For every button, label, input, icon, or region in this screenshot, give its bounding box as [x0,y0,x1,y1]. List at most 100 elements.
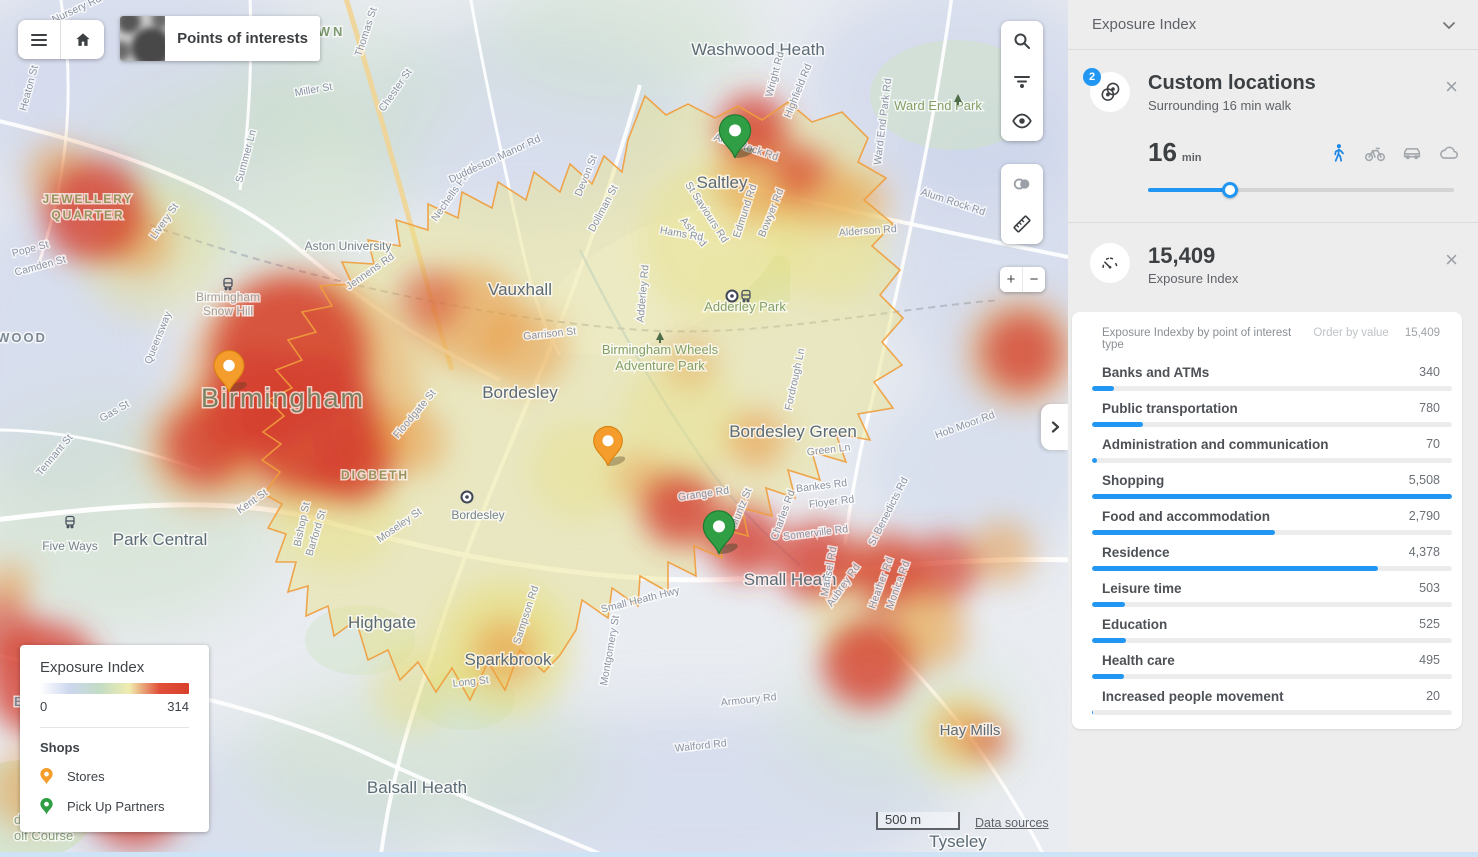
poi-row-label: Residence [1102,545,1170,560]
legend-min: 0 [40,699,47,714]
svg-text:Highgate: Highgate [348,613,416,632]
home-button[interactable] [61,20,104,59]
poi-row[interactable]: Health care 495 [1072,643,1462,679]
layer-chip[interactable]: Points of interests [120,16,320,61]
panel-title: Exposure Index [1092,16,1196,33]
minutes-value: 16 [1148,137,1177,168]
map-tools-group-2 [1001,164,1043,244]
legend-item-stores: Stores [40,768,189,785]
svg-text:Birmingham: Birmingham [196,290,260,304]
svg-text:Ward End Park: Ward End Park [894,98,982,113]
svg-text:Washwood Heath: Washwood Heath [691,40,825,59]
breakdown-title: Exposure Indexby by point of interest ty… [1102,327,1313,351]
svg-text:Birmingham Wheels: Birmingham Wheels [602,342,719,357]
svg-text:Birmingham: Birmingham [201,383,365,413]
poi-row[interactable]: Banks and ATMs 340 [1072,355,1462,391]
collapse-panel-button[interactable] [1440,16,1458,34]
svg-text:JEWELLERY: JEWELLERY [43,192,134,206]
poi-row[interactable]: Food and accommodation 2,790 [1072,499,1462,535]
custom-locations-icon [1102,83,1118,100]
measure-button[interactable] [1001,204,1043,244]
svg-text:Adventure Park: Adventure Park [615,358,705,373]
svg-text:Hay Mills: Hay Mills [940,722,1001,739]
poi-row[interactable]: Increased people movement 20 [1072,679,1462,715]
custom-locations-title: Custom locations [1148,72,1456,95]
gauge-icon [1103,258,1117,268]
poi-row-value: 4,378 [1409,545,1440,560]
chevron-down-icon [1444,23,1454,28]
svg-text:Tyseley: Tyseley [929,832,987,851]
legend-max: 314 [167,699,189,714]
minutes-unit: min [1182,152,1202,164]
close-exposure-button[interactable]: × [1445,249,1458,271]
svg-text:Sparkbrook: Sparkbrook [465,650,552,669]
poi-row[interactable]: Leisure time 503 [1072,571,1462,607]
poi-row[interactable]: Residence 4,378 [1072,535,1462,571]
legend-gradient [40,683,189,694]
visibility-button[interactable] [1001,101,1043,141]
svg-text:Bordesley Green: Bordesley Green [729,422,857,441]
walk-icon [1335,144,1343,161]
svg-text:Park Central: Park Central [113,530,207,549]
poi-row[interactable]: Shopping 5,508 [1072,463,1462,499]
poi-row[interactable]: Administration and communication 70 [1072,427,1462,463]
panel-header: Exposure Index [1068,0,1478,50]
poi-row-label: Increased people movement [1102,689,1284,704]
order-by-control[interactable]: Order by value [1313,327,1388,339]
window-edge [0,852,1478,857]
minutes-slider[interactable] [1148,182,1454,198]
filter-icon [1015,77,1029,87]
poi-row-bar [1092,710,1452,715]
svg-text:QUARTER: QUARTER [51,208,124,222]
legend-item-pickup: Pick Up Partners [40,798,189,815]
exposure-avatar [1090,243,1130,283]
walk-mode-button[interactable] [1327,142,1349,164]
eye-icon [1013,115,1030,128]
poi-row-value: 70 [1426,437,1440,452]
scale-bar: 500 m [876,812,960,830]
transit-mode-button[interactable] [1438,142,1460,164]
menu-button[interactable] [18,20,61,59]
poi-row-label: Public transportation [1102,401,1238,416]
svg-text:Snow Hill: Snow Hill [203,304,253,318]
zoom-out-button[interactable]: − [1023,267,1045,292]
exposure-total-value: 15,409 [1148,243,1456,269]
close-custom-locations-button[interactable]: × [1445,76,1458,98]
app: NEWTOWN Washwood Heath Saltley Vauxhall … [0,0,1478,857]
slider-knob[interactable] [1222,182,1238,198]
poi-row-value: 525 [1419,617,1440,632]
layer-toggle-button[interactable] [1001,164,1043,204]
poi-row-label: Leisure time [1102,581,1182,596]
map-canvas[interactable]: NEWTOWN Washwood Heath Saltley Vauxhall … [0,0,1068,857]
car-icon [1405,149,1420,159]
poi-row[interactable]: Public transportation 780 [1072,391,1462,427]
zoom-in-button[interactable]: + [1000,267,1023,292]
cloud-icon [1441,147,1457,158]
sidebar-collapse-tab[interactable] [1041,404,1068,450]
home-icon [76,33,89,46]
legend-shops-title: Shops [40,740,189,755]
poi-row[interactable]: Education 525 [1072,607,1462,643]
poi-row-value: 2,790 [1409,509,1440,524]
bicycle-mode-button[interactable] [1364,142,1386,164]
filter-button[interactable] [1001,61,1043,101]
car-mode-button[interactable] [1401,142,1423,164]
data-sources-link[interactable]: Data sources [975,816,1049,830]
poi-row-label: Shopping [1102,473,1164,488]
hamburger-icon [32,35,46,45]
bicycle-icon [1366,148,1385,160]
svg-text:Balsall Heath: Balsall Heath [367,778,467,797]
map-pin-icon [40,798,52,815]
custom-locations-section: 2 Custom locations Surrounding 16 min wa… [1068,50,1478,223]
poi-row-label: Health care [1102,653,1175,668]
legend-card: Exposure Index 0 314 Shops Stores Pick U… [20,645,209,832]
chevron-right-icon [1053,423,1058,432]
svg-text:DIGBETH: DIGBETH [341,468,409,482]
svg-text:Aston University: Aston University [305,239,392,253]
search-button[interactable] [1001,21,1043,61]
legend-title: Exposure Index [40,659,189,676]
poi-row-value: 503 [1419,581,1440,596]
nav-pill [18,20,104,59]
exposure-total-section: 15,409 Exposure Index × [1068,223,1478,308]
svg-text:Vauxhall: Vauxhall [488,280,552,299]
